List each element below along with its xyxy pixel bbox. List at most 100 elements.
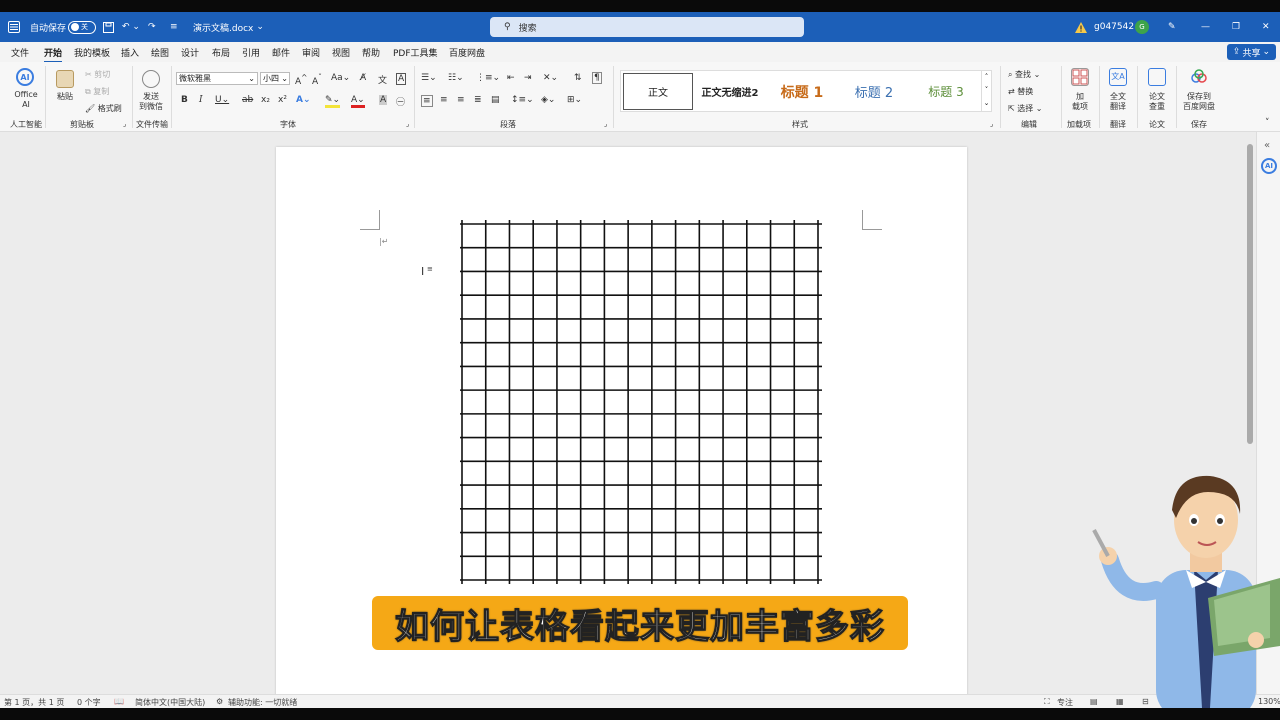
grid-table[interactable]: [460, 220, 822, 584]
shading-icon[interactable]: ◈⌄: [541, 95, 555, 105]
align-center-icon[interactable]: ≡: [440, 95, 448, 105]
align-left-icon[interactable]: ≡: [421, 95, 433, 107]
replace-button[interactable]: ⇄ 替换: [1008, 86, 1033, 97]
dialog-launcher-icon[interactable]: ⌟: [990, 120, 993, 128]
superscript-icon[interactable]: x²: [278, 95, 287, 105]
change-case-icon[interactable]: Aa⌄: [331, 73, 350, 83]
collapse-ribbon-icon[interactable]: ˅: [1265, 118, 1270, 128]
char-shading-icon[interactable]: A: [379, 95, 388, 105]
style-heading-2[interactable]: 标题 2: [839, 73, 909, 110]
distributed-icon[interactable]: ▤: [491, 95, 500, 105]
dialog-launcher-icon[interactable]: ⌟: [406, 120, 409, 128]
numbering-icon[interactable]: ☷⌄: [448, 73, 464, 83]
grow-font-icon[interactable]: A^: [295, 73, 307, 87]
strikethrough-icon[interactable]: ab: [242, 95, 253, 105]
style-normal-no-indent[interactable]: 正文无缩进2: [697, 73, 763, 110]
sort-icon[interactable]: ⇅: [574, 73, 582, 83]
accessibility-status[interactable]: 辅助功能: 一切就绪: [228, 697, 297, 708]
autosave-toggle[interactable]: 关: [68, 12, 96, 42]
bullets-icon[interactable]: ☰⌄: [421, 73, 437, 83]
user-avatar[interactable]: G: [1135, 12, 1149, 42]
text-effects-icon[interactable]: A⌄: [296, 95, 311, 105]
clear-format-icon[interactable]: A̸: [360, 73, 366, 83]
close-icon[interactable]: ✕: [1262, 12, 1270, 42]
format-painter-button[interactable]: 🖌 格式刷: [85, 103, 122, 114]
tab-baidu-netdisk[interactable]: 百度网盘: [449, 46, 485, 59]
search-box[interactable]: ⚲ 搜索: [490, 17, 804, 37]
tab-mailings[interactable]: 邮件: [272, 46, 290, 59]
wechat-icon: [142, 70, 160, 88]
style-normal[interactable]: 正文: [623, 73, 693, 110]
show-marks-icon[interactable]: ¶: [592, 72, 602, 84]
tab-layout[interactable]: 布局: [212, 46, 230, 59]
enclose-char-icon[interactable]: ㊀: [396, 95, 405, 108]
tab-help[interactable]: 帮助: [362, 46, 380, 59]
style-heading-1[interactable]: 标题 1: [767, 73, 837, 110]
subscript-icon[interactable]: x₂: [261, 95, 270, 105]
click-type-indicator-icon: ≡: [427, 265, 433, 273]
tab-design[interactable]: 设计: [181, 46, 199, 59]
collapse-panel-icon[interactable]: «: [1264, 140, 1270, 151]
warning-icon[interactable]: [1075, 12, 1087, 42]
restore-icon[interactable]: ❐: [1232, 12, 1240, 42]
pen-icon[interactable]: ✎: [1168, 12, 1176, 42]
focus-mode[interactable]: 专注: [1057, 697, 1073, 708]
align-right-icon[interactable]: ≡: [457, 95, 465, 105]
justify-icon[interactable]: ≣: [474, 95, 482, 105]
format-painter-label: 格式刷: [97, 104, 122, 113]
save-icon[interactable]: [103, 12, 114, 42]
phonetic-guide-icon[interactable]: 文: [378, 73, 387, 86]
user-name[interactable]: g047542: [1094, 12, 1134, 42]
word-count[interactable]: 0 个字: [77, 697, 101, 708]
dialog-launcher-icon[interactable]: ⌟: [123, 120, 126, 128]
scroll-thumb[interactable]: [1247, 144, 1253, 444]
tab-view[interactable]: 视图: [332, 46, 350, 59]
autosave-state: 关: [81, 23, 88, 31]
language-status[interactable]: 简体中文(中国大陆): [135, 697, 205, 708]
borders-icon[interactable]: ⊞⌄: [567, 95, 582, 105]
tab-review[interactable]: 审阅: [302, 46, 320, 59]
cut-button[interactable]: ✂ 剪切: [85, 69, 110, 80]
bold-icon[interactable]: B: [181, 95, 188, 105]
chinese-layout-icon[interactable]: ✕⌄: [543, 73, 558, 83]
style-heading-3[interactable]: 标题 3: [913, 73, 979, 110]
customize-toolbar-icon[interactable]: ≡: [170, 12, 178, 42]
shrink-font-icon[interactable]: Aˇ: [312, 73, 322, 87]
replace-icon: ⇄: [1008, 87, 1015, 96]
tab-pdf-tools[interactable]: PDF工具集: [393, 46, 438, 59]
redo-icon[interactable]: ↷: [148, 12, 156, 42]
copy-button[interactable]: ⧉ 复制: [85, 86, 109, 97]
share-button[interactable]: ⇪ 共享 ⌄: [1226, 44, 1276, 60]
tab-home[interactable]: 开始: [44, 46, 63, 63]
tab-references[interactable]: 引用: [242, 46, 260, 59]
search-icon: ⌕: [1008, 70, 1013, 79]
select-button[interactable]: ⇱ 选择 ⌄: [1008, 103, 1043, 114]
page-count[interactable]: 第 1 页，共 1 页: [4, 697, 64, 708]
tab-insert[interactable]: 插入: [121, 46, 139, 59]
decrease-indent-icon[interactable]: ⇤: [507, 73, 515, 83]
line-spacing-icon[interactable]: ↕≡⌄: [511, 95, 534, 105]
italic-icon[interactable]: I: [199, 95, 203, 105]
style-heading-1-label: 标题 1: [780, 84, 824, 101]
document-title[interactable]: 演示文稿.docx ⌄: [193, 12, 264, 42]
minimize-icon[interactable]: —: [1201, 12, 1210, 42]
styles-scroll[interactable]: ˄ ˅ ⌄: [981, 71, 991, 111]
dialog-launcher-icon[interactable]: ⌟: [604, 120, 607, 128]
tab-draw[interactable]: 绘图: [151, 46, 169, 59]
ai-assistant-icon[interactable]: AI: [1261, 158, 1277, 174]
multilevel-list-icon[interactable]: ⋮≡⌄: [476, 73, 500, 83]
undo-icon[interactable]: ↶ ⌄: [122, 12, 140, 42]
char-border-icon[interactable]: A: [396, 73, 407, 85]
font-size-select[interactable]: 小四 ⌄: [260, 72, 290, 85]
underline-icon[interactable]: U⌄: [215, 95, 229, 105]
font-name-select[interactable]: 微软雅黑 ⌄: [176, 72, 258, 85]
highlight-icon[interactable]: ✎⌄: [325, 95, 341, 108]
tab-file[interactable]: 文件: [11, 46, 29, 59]
share-label: 共享: [1242, 48, 1261, 59]
addins-label-2: 载项: [1072, 102, 1088, 111]
find-button[interactable]: ⌕ 查找 ⌄: [1008, 69, 1040, 80]
proofing-icon[interactable]: 📖: [114, 697, 124, 706]
font-color-icon[interactable]: A⌄: [351, 95, 365, 108]
tab-my-templates[interactable]: 我的模板: [74, 46, 110, 59]
increase-indent-icon[interactable]: ⇥: [524, 73, 532, 83]
